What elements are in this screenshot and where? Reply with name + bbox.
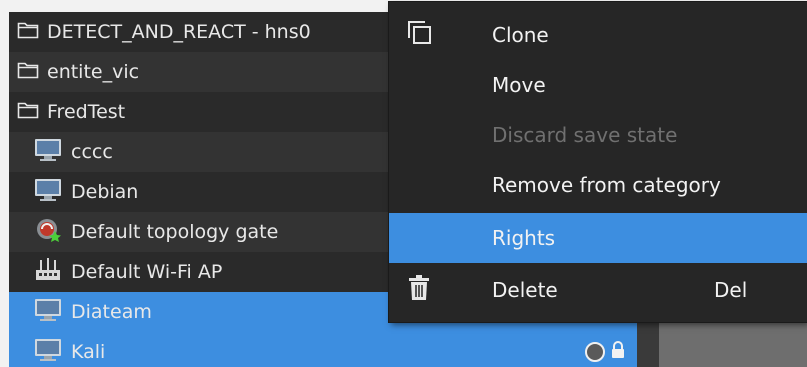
menu-item-label: Move — [492, 73, 546, 97]
menu-item-remove-from-category[interactable]: Remove from category — [389, 160, 807, 210]
menu-item-clone[interactable]: Clone — [389, 10, 807, 60]
tree-item-kali[interactable]: Kali — [9, 332, 637, 367]
monitor-icon — [33, 178, 63, 207]
tree-item-label: Kali — [71, 341, 106, 363]
folder-icon — [17, 101, 39, 124]
monitor-icon — [33, 338, 63, 367]
tree-item-label: Diateam — [71, 301, 152, 323]
kali-status — [585, 340, 625, 364]
menu-item-delete[interactable]: Delete Del — [389, 265, 807, 315]
trash-icon — [407, 274, 431, 306]
menu-item-shortcut: Del — [714, 278, 748, 302]
menu-item-label: Delete — [492, 278, 558, 302]
tree-item-label: Default Wi-Fi AP — [71, 261, 223, 283]
menu-item-rights[interactable]: Rights — [389, 213, 807, 263]
context-menu: Clone Move Discard save state Remove fro… — [389, 2, 807, 322]
gateway-icon — [33, 217, 63, 248]
menu-item-label: Rights — [492, 226, 556, 250]
tree-item-label: Default topology gate — [71, 221, 279, 243]
menu-item-move[interactable]: Move — [389, 60, 807, 110]
menu-item-label: Clone — [492, 23, 549, 47]
monitor-icon — [33, 298, 63, 327]
tree-item-label: cccc — [71, 141, 113, 163]
wifi-ap-icon — [33, 257, 63, 287]
menu-item-label: Discard save state — [492, 123, 678, 147]
tree-item-label: DETECT_AND_REACT - hns0 — [47, 21, 311, 43]
lock-icon — [611, 340, 625, 364]
menu-item-label: Remove from category — [492, 173, 721, 197]
tree-item-label: Debian — [71, 181, 139, 203]
status-dot-icon — [585, 342, 605, 362]
tree-item-label: entite_vic — [47, 61, 140, 83]
menu-item-discard-save-state: Discard save state — [389, 110, 807, 160]
monitor-icon — [33, 138, 63, 167]
clone-icon — [407, 20, 433, 51]
folder-icon — [17, 21, 39, 44]
folder-icon — [17, 61, 39, 84]
tree-item-label: FredTest — [47, 101, 126, 123]
